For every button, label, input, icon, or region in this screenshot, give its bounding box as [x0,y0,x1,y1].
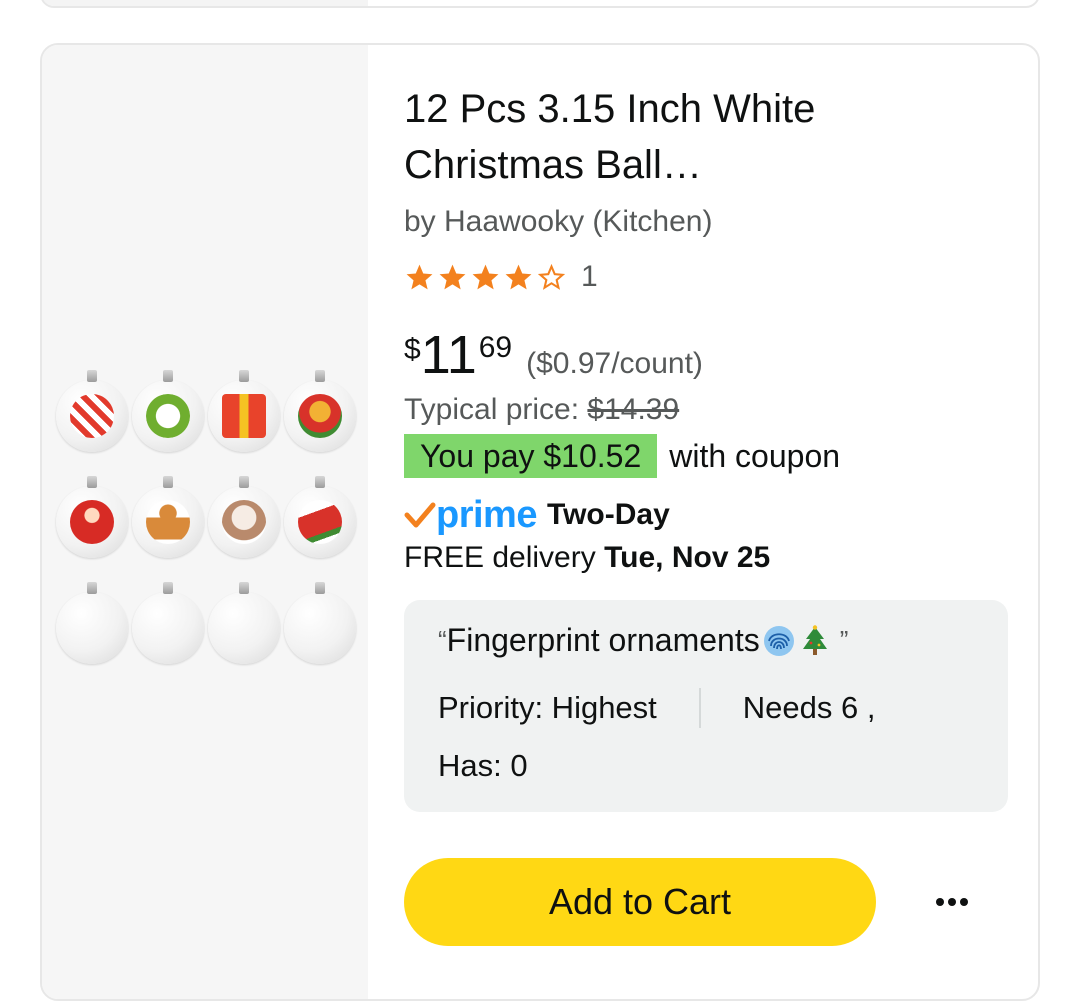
more-options-icon[interactable] [924,880,980,924]
star-filled-icon [406,264,433,289]
ornament-candy-cane [56,370,128,452]
ornament-gift [208,370,280,452]
delivery-label: FREE delivery [404,541,596,574]
product-image[interactable] [42,45,368,999]
ornament-plain-white [56,582,128,664]
typical-price-label: Typical price: [404,393,588,426]
typical-price: Typical price: $14.39 [404,393,679,427]
rating-count[interactable]: 1 [581,260,598,294]
ornament-plain-white [284,582,356,664]
coupon-text: with coupon [669,437,841,474]
close-quote: ” [839,625,849,655]
product-title[interactable]: 12 Pcs 3.15 Inch White Christmas Ball… [404,81,964,193]
coupon-badge: You pay $10.52 [404,434,658,478]
coupon: You pay $10.52 with coupon [404,433,840,479]
more-dot [936,898,944,906]
star-rating [404,262,567,293]
note-needs: Needs 6 , [742,690,876,725]
ornament-stocking [284,476,356,558]
list-note: “ Fingerprint ornaments ” Priority: High… [404,600,1008,812]
prime-check-icon [404,502,436,528]
note-has: Has: 0 [438,748,528,783]
product-card[interactable]: 12 Pcs 3.15 Inch White Christmas Ball… b… [40,43,1040,1001]
price-whole: 11 [420,325,477,385]
star-filled-icon [505,264,532,289]
typical-price-value: $14.39 [587,393,680,426]
ornament-plain-white [132,582,204,664]
ornament-santa [56,476,128,558]
star-empty-icon [537,263,566,290]
product-brand: by Haawooky (Kitchen) [404,205,713,238]
ornament-bells [284,370,356,452]
previous-product-card [40,0,1040,8]
ornament-gingerbread [132,476,204,558]
ornament-wreath [132,370,204,452]
open-quote: “ [438,625,447,655]
more-dot [948,898,956,906]
add-to-cart-button[interactable]: Add to Cart [404,858,876,946]
note-priority: Priority: Highest [438,690,657,725]
previous-product-image [42,0,368,6]
note-text: Fingerprint ornaments [446,622,760,658]
christmas-tree-icon [802,624,827,655]
note-divider [698,688,701,728]
unit-price: ($0.97/count) [526,347,703,380]
ornament-cupcake [208,476,280,558]
more-dot [960,898,968,906]
star-filled-icon [439,264,466,289]
ornament-set-image [56,370,356,680]
price-symbol: $ [404,333,421,366]
delivery-info: FREE delivery Tue, Nov 25 [404,541,770,575]
price-fraction: 69 [478,331,513,364]
product-details: 12 Pcs 3.15 Inch White Christmas Ball… b… [404,45,1038,999]
note-priority-row: Priority: Highest Needs 6 , [438,688,876,728]
prime-logo: prime [436,493,537,536]
delivery-date: Tue, Nov 25 [604,541,771,574]
ornament-plain-white [208,582,280,664]
fingerprint-icon [763,625,794,656]
star-filled-icon [472,264,499,289]
note-quote: “ Fingerprint ornaments ” [438,622,848,659]
prime-badge: prime Two-Day [404,493,670,537]
price: $ 11 69 ($0.97/count) [404,323,703,387]
prime-speed: Two-Day [546,498,670,531]
rating[interactable]: 1 [404,257,598,297]
